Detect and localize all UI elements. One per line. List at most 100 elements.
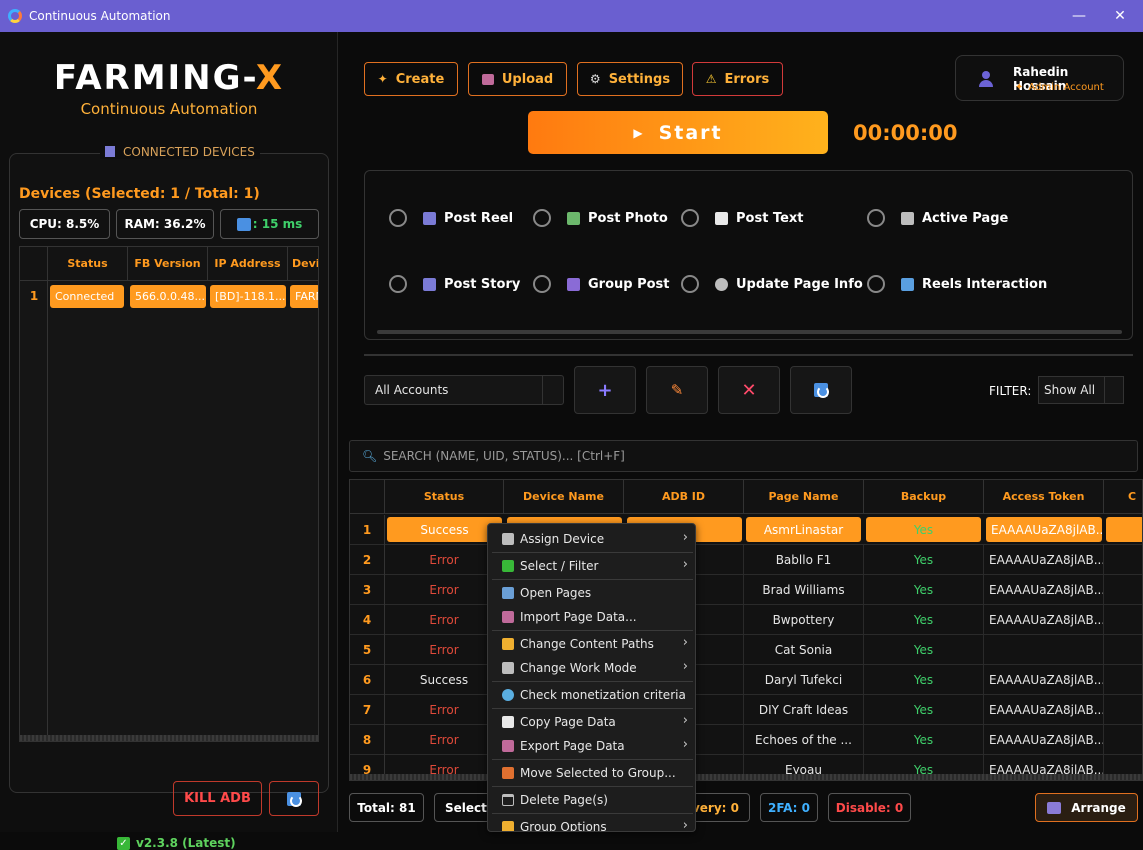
menu-divider bbox=[492, 813, 693, 814]
devices-col-fb-version[interactable]: FB Version bbox=[128, 247, 208, 281]
table-row[interactable]: 1 Success AsmrLinastar Yes EAAAAUaZA8jlA… bbox=[350, 515, 1142, 545]
horizontal-scrollbar[interactable] bbox=[20, 735, 318, 741]
devices-col-device[interactable]: Devic bbox=[288, 247, 318, 281]
radio-button[interactable] bbox=[389, 209, 407, 227]
menu-select-filter[interactable]: Select / Filter › bbox=[488, 554, 695, 578]
task-post-story[interactable]: Post Story bbox=[389, 275, 520, 293]
row-number: 1 bbox=[350, 515, 385, 545]
menu-delete-pages[interactable]: Delete Page(s) bbox=[488, 788, 695, 812]
radio-button[interactable] bbox=[389, 275, 407, 293]
menu-open-pages[interactable]: Open Pages bbox=[488, 581, 695, 605]
table-row[interactable]: 3 Error Brad Williams Yes EAAAAUaZA8jlAB… bbox=[350, 575, 1142, 605]
radio-button[interactable] bbox=[681, 209, 699, 227]
table-row[interactable]: 5 Error Cat Sonia Yes bbox=[350, 635, 1142, 665]
edit-account-button[interactable]: ✎ bbox=[646, 366, 708, 414]
task-group-post[interactable]: Group Post bbox=[533, 275, 670, 293]
kill-adb-button[interactable]: KILL ADB bbox=[173, 781, 262, 816]
horizontal-scrollbar[interactable] bbox=[377, 330, 1122, 334]
access-token-cell: EAAAAUaZA8jlAB... bbox=[984, 575, 1104, 605]
cpu-stat: CPU: 8.5% bbox=[19, 209, 110, 239]
ping-stat: : 15 ms bbox=[220, 209, 319, 239]
menu-copy-page-data[interactable]: Copy Page Data › bbox=[488, 710, 695, 734]
refresh-accounts-button[interactable] bbox=[790, 366, 852, 414]
row-number: 7 bbox=[350, 695, 385, 725]
table-row[interactable]: 4 Error Bwpottery Yes EAAAAUaZA8jlAB... bbox=[350, 605, 1142, 635]
settings-button[interactable]: ⚙ Settings bbox=[577, 62, 683, 96]
inbox-icon bbox=[481, 73, 494, 85]
radio-button[interactable] bbox=[867, 275, 885, 293]
context-menu: Assign Device › Select / Filter › Open Pag… bbox=[487, 523, 696, 832]
col-device-name[interactable]: Device Name bbox=[504, 480, 624, 514]
menu-move-to-group[interactable]: Move Selected to Group... bbox=[488, 761, 695, 785]
task-post-text[interactable]: Post Text bbox=[681, 209, 804, 227]
film-icon bbox=[423, 277, 436, 291]
task-post-reel[interactable]: Post Reel bbox=[389, 209, 513, 227]
menu-assign-device[interactable]: Assign Device › bbox=[488, 527, 695, 551]
arrange-button[interactable]: Arrange bbox=[1035, 793, 1138, 822]
sparkle-icon: ✦ bbox=[1015, 82, 1024, 93]
truck-icon bbox=[502, 767, 514, 779]
delete-account-button[interactable]: ✕ bbox=[718, 366, 780, 414]
filter-dropdown[interactable]: Show All bbox=[1038, 376, 1124, 404]
document-icon bbox=[715, 211, 728, 225]
menu-export-page-data[interactable]: Export Page Data › bbox=[488, 734, 695, 758]
task-active-page[interactable]: Active Page bbox=[867, 209, 1008, 227]
devices-col-status[interactable]: Status bbox=[48, 247, 128, 281]
horizontal-scrollbar[interactable] bbox=[350, 774, 1142, 780]
menu-import-page-data[interactable]: Import Page Data... bbox=[488, 605, 695, 629]
task-post-photo[interactable]: Post Photo bbox=[533, 209, 668, 227]
status-cell: Success bbox=[387, 517, 502, 542]
backup-cell: Yes bbox=[864, 605, 984, 635]
menu-change-work-mode[interactable]: Change Work Mode › bbox=[488, 656, 695, 680]
table-row[interactable]: 7 Error DIY Craft Ideas Yes EAAAAUaZA8jl… bbox=[350, 695, 1142, 725]
col-adb-id[interactable]: ADB ID bbox=[624, 480, 744, 514]
col-status[interactable]: Status bbox=[385, 480, 504, 514]
divider bbox=[364, 354, 1133, 356]
device-sidebar: FARMING-X Continuous Automation CONNECTE… bbox=[0, 32, 338, 850]
col-page-name[interactable]: Page Name bbox=[744, 480, 864, 514]
chevron-right-icon: › bbox=[682, 818, 688, 832]
page-name-cell: DIY Craft Ideas bbox=[744, 695, 864, 725]
user-card[interactable]: Rahedin Hossain ✦ Admin Account bbox=[955, 55, 1124, 101]
table-row[interactable]: 8 Error Echoes of the ... Yes EAAAAUaZA8… bbox=[350, 725, 1142, 755]
refresh-devices-button[interactable] bbox=[269, 781, 319, 816]
plus-icon: + bbox=[597, 379, 613, 401]
page-name-cell: Brad Williams bbox=[744, 575, 864, 605]
access-token-cell bbox=[984, 635, 1104, 665]
close-button[interactable]: ✕ bbox=[1097, 0, 1143, 32]
col-access-token[interactable]: Access Token bbox=[984, 480, 1104, 514]
start-button[interactable]: ▶ Start bbox=[528, 111, 828, 154]
create-button[interactable]: ✦ Create bbox=[364, 62, 458, 96]
menu-check-monetization[interactable]: Check monetization criteria bbox=[488, 683, 695, 707]
radio-button[interactable] bbox=[533, 209, 551, 227]
checkbox-icon bbox=[502, 560, 514, 572]
radio-button[interactable] bbox=[533, 275, 551, 293]
accounts-dropdown[interactable]: All Accounts bbox=[364, 375, 564, 405]
devices-col-ip[interactable]: IP Address bbox=[208, 247, 288, 281]
search-input[interactable]: 🔍︎ SEARCH (NAME, UID, STATUS)... [Ctrl+F] bbox=[349, 440, 1138, 472]
row-number: 4 bbox=[350, 605, 385, 635]
table-row[interactable]: 2 Error Babllo F1 Yes EAAAAUaZA8jlAB... bbox=[350, 545, 1142, 575]
close-icon: ✕ bbox=[741, 379, 757, 401]
radio-button[interactable] bbox=[681, 275, 699, 293]
device-name-cell: FARM bbox=[290, 285, 318, 308]
tools-icon bbox=[502, 662, 514, 674]
menu-group-options[interactable]: Group Options › bbox=[488, 815, 695, 832]
access-token-cell: EAAAAUaZA8jlAB... bbox=[984, 695, 1104, 725]
chevron-right-icon: › bbox=[682, 659, 688, 674]
access-token-cell: EAAAAUaZA8jlAB... bbox=[984, 725, 1104, 755]
errors-button[interactable]: ⚠ Errors bbox=[692, 62, 783, 96]
table-row[interactable]: 6 Success Daryl Tufekci Yes EAAAAUaZA8jl… bbox=[350, 665, 1142, 695]
task-reels-interaction[interactable]: Reels Interaction bbox=[867, 275, 1047, 293]
col-backup[interactable]: Backup bbox=[864, 480, 984, 514]
device-ip-cell: [BD]-118.1... bbox=[210, 285, 286, 308]
col-extra[interactable]: C bbox=[1104, 480, 1142, 514]
version-label: ✓ v2.3.8 (Latest) bbox=[117, 836, 236, 850]
upload-button[interactable]: Upload bbox=[468, 62, 567, 96]
menu-divider bbox=[492, 552, 693, 553]
menu-change-content-paths[interactable]: Change Content Paths › bbox=[488, 632, 695, 656]
row-number: 3 bbox=[350, 575, 385, 605]
radio-button[interactable] bbox=[867, 209, 885, 227]
add-account-button[interactable]: + bbox=[574, 366, 636, 414]
task-update-page-info[interactable]: Update Page Info bbox=[681, 275, 863, 293]
